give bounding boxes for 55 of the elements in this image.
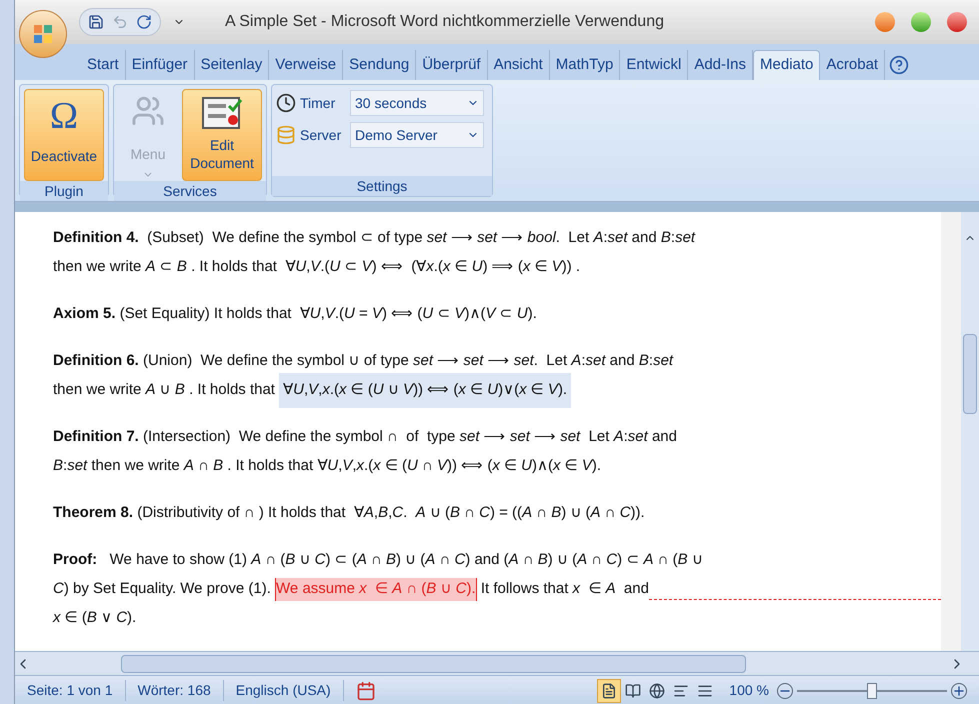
clock-icon (276, 93, 296, 113)
people-icon (130, 94, 166, 128)
document-text: Definition 4. (Subset) We define the symbol ⊂ of type set ⟶ set ⟶ bool. Let A:set and B:set (53, 228, 696, 248)
page-count[interactable]: Seite: 1 von 1 (15, 680, 126, 701)
form-icon (201, 94, 243, 132)
close-button[interactable] (947, 12, 967, 32)
document-text: Axiom 5. (Set Equality) It holds that ∀U,V.(U = V) ⟺ (U ⊂ V)∧(V ⊂ U). (53, 304, 537, 324)
language-indicator[interactable]: Englisch (USA) (224, 680, 344, 701)
highlighted-formula: ∀U,V,x.(x ∈ (U ∪ V)) ⟺ (x ∈ U)∨(x ∈ V). (279, 373, 572, 408)
deactivate-button[interactable]: Ω Deactivate (24, 89, 104, 181)
save-icon[interactable] (88, 14, 104, 30)
zoom-slider[interactable] (797, 682, 947, 700)
document-text: then we write A ∪ B . It holds that (53, 380, 276, 400)
dropdown[interactable]: Demo Server (350, 122, 484, 148)
edit-document-button[interactable]: Edit Document (182, 89, 262, 181)
zoom-level[interactable]: 100 % (729, 680, 769, 701)
horizontal-scrollbar[interactable] (15, 651, 979, 675)
view-button[interactable] (597, 678, 622, 702)
scrollbar-thumb[interactable] (963, 334, 977, 414)
office-button[interactable] (19, 10, 67, 58)
view-icon (649, 682, 666, 698)
word-count[interactable]: Wörter: 168 (126, 680, 224, 701)
document-text: Definition 6. (Union) We define the symbol ∪ of type set ⟶ set ⟶ set. Let A:set and B:set (53, 351, 674, 372)
document-text: B:set then we write A ∩ B . It holds that ∀U,V,x.(x ∈ (U ∩ V)) ⟺ (x ∈ U)∧(x ∈ V). (53, 456, 602, 476)
zoom-in-icon[interactable] (951, 682, 967, 698)
minimize-button[interactable] (875, 12, 895, 32)
document-text: then we write A ⊂ B . It holds that ∀U,V.(U ⊂ V) ⟺ (∀x.(x ∈ U) ⟹ (x ∈ V)) . (53, 257, 580, 278)
document-text: It follows that x ∈ A and (480, 579, 649, 600)
group-label: Plugin (20, 181, 108, 201)
scrollbar-thumb[interactable] (121, 654, 746, 672)
redo-icon[interactable] (136, 14, 152, 30)
document-text: Theorem 8. (Distributivity of ∩ ) It holds that ∀A,B,C. A ∪ (B ∩ C) = ((A ∩ B) ∪ (A ∩ C)). (53, 503, 645, 524)
maximize-button[interactable] (911, 12, 931, 32)
omega-icon: Ω (50, 94, 78, 138)
view-icon (625, 682, 642, 698)
view-icon (601, 682, 618, 698)
document-text: Proof: We have to show (1) A ∩ (B ∪ C) ⊂ (A ∩ B) ∪ (A ∩ C) and (A ∩ B) ∪ (A ∩ C) ⊂ A ∩ (B ∪ (53, 550, 703, 570)
group-label: Services (114, 181, 266, 201)
zoom-out-icon[interactable] (777, 682, 793, 698)
help-icon[interactable] (889, 55, 910, 75)
database-icon (276, 125, 296, 145)
document-text: Definition 7. (Intersection) We define the symbol ∩ of type set ⟶ set ⟶ set Let A:set and (53, 427, 677, 448)
document-text: C) by Set Equality. We prove (1). (53, 579, 272, 600)
ribbon-tab[interactable]: Mediato (753, 50, 820, 80)
commented-text: We assume x ∈ A ∩ (B ∪ C). (275, 578, 477, 601)
field-label: Timer (300, 94, 336, 112)
view-icon (673, 682, 690, 698)
vertical-scrollbar[interactable] (961, 212, 979, 651)
view-icon (697, 682, 714, 698)
slider-thumb[interactable] (867, 682, 877, 698)
field-label: Server (300, 126, 342, 144)
group-label: Settings (272, 176, 492, 196)
window-title: A Simple Set - Microsoft Word nichtkommerzielle Verwendung (225, 12, 664, 32)
document-text: x ∈ (B ∨ C). (53, 608, 136, 628)
dropdown[interactable]: 30 seconds (350, 90, 484, 116)
